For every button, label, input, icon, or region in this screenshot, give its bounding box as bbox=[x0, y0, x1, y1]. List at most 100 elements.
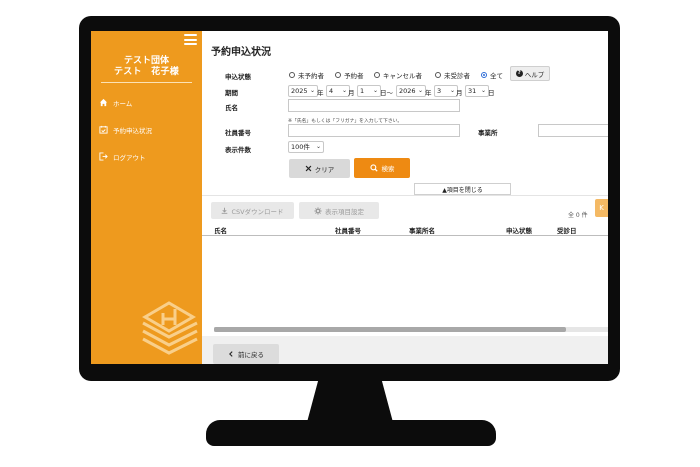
sidebar-item-logout[interactable]: ログアウト bbox=[91, 143, 202, 170]
name-label: 氏名 bbox=[225, 104, 238, 112]
unit-year: 年 bbox=[425, 89, 432, 97]
radio-label: 未受診者 bbox=[444, 72, 470, 80]
radio-indicator bbox=[335, 72, 341, 78]
status-label: 申込状態 bbox=[225, 73, 251, 81]
to-year-select[interactable]: 2026 ⌄ bbox=[396, 85, 426, 97]
account-info: テスト団体 テスト 花子様 bbox=[91, 56, 202, 78]
csv-download-button[interactable]: CSVダウンロード bbox=[211, 202, 294, 219]
office-input[interactable] bbox=[538, 124, 608, 137]
office-label: 事業所 bbox=[478, 129, 498, 137]
help-button[interactable]: ? ヘルプ bbox=[510, 66, 550, 81]
name-input-note: ※「氏名」もしくは「フリガナ」を入力して下さい。 bbox=[288, 119, 403, 124]
sidebar-item-label: ログアウト bbox=[113, 153, 146, 162]
sidebar-item-reservation-status[interactable]: 予約申込状況 bbox=[91, 116, 202, 143]
chevron-down-icon: ⌄ bbox=[449, 87, 455, 94]
radio-reserved[interactable]: 予約者 bbox=[335, 70, 364, 80]
chevron-down-icon: ⌄ bbox=[372, 87, 378, 94]
csv-download-label: CSVダウンロード bbox=[231, 207, 284, 216]
partial-orange-button[interactable]: K bbox=[595, 199, 608, 217]
chevron-down-icon: ⌄ bbox=[315, 143, 321, 150]
column-header-employee-number[interactable]: 社員番号 bbox=[335, 225, 361, 235]
horizontal-scrollbar[interactable] bbox=[214, 327, 608, 332]
monitor-screen: テスト団体 テスト 花子様 ホーム 予約申込状況 ログアウト 予約申込状況 申込… bbox=[91, 31, 608, 364]
radio-label: 全て bbox=[490, 72, 503, 80]
display-columns-label: 表示項目設定 bbox=[325, 207, 364, 216]
select-value: 2025 bbox=[291, 87, 308, 95]
radio-cancelled[interactable]: キャンセル者 bbox=[374, 70, 422, 80]
radio-label: キャンセル者 bbox=[383, 72, 422, 80]
unit-month: 月 bbox=[456, 89, 463, 97]
select-value: 2026 bbox=[399, 87, 416, 95]
chevron-left-icon bbox=[229, 351, 233, 357]
display-columns-settings-button[interactable]: 表示項目設定 bbox=[299, 202, 379, 219]
search-button[interactable]: 検索 bbox=[354, 158, 410, 178]
display-count-label: 表示件数 bbox=[225, 146, 251, 154]
radio-indicator bbox=[435, 72, 441, 78]
hamburger-menu-icon[interactable] bbox=[184, 34, 197, 45]
select-value: 31 bbox=[468, 87, 477, 95]
result-count: 全 0 件 bbox=[568, 212, 588, 219]
sidebar-nav: ホーム 予約申込状況 ログアウト bbox=[91, 89, 202, 170]
chevron-down-icon: ⌄ bbox=[417, 87, 423, 94]
calendar-check-icon bbox=[98, 125, 108, 135]
from-day-select[interactable]: 1 ⌄ bbox=[357, 85, 381, 97]
sidebar-item-home[interactable]: ホーム bbox=[91, 89, 202, 116]
name-input[interactable] bbox=[288, 99, 460, 112]
brand-logo-icon bbox=[142, 301, 198, 355]
search-icon bbox=[369, 164, 378, 172]
clear-button[interactable]: クリア bbox=[289, 159, 350, 178]
logout-icon bbox=[98, 152, 108, 162]
select-value: 100件 bbox=[291, 143, 310, 151]
radio-indicator-selected bbox=[481, 72, 487, 78]
radio-not-examined[interactable]: 未受診者 bbox=[435, 70, 470, 80]
sidebar-divider bbox=[101, 82, 192, 83]
employee-number-label: 社員番号 bbox=[225, 129, 251, 137]
divider bbox=[202, 195, 608, 196]
question-icon: ? bbox=[515, 70, 523, 77]
monitor-stand-base bbox=[206, 420, 496, 446]
close-icon bbox=[305, 165, 312, 172]
radio-unreserved[interactable]: 未予約者 bbox=[289, 70, 324, 80]
home-icon bbox=[98, 98, 108, 108]
to-day-select[interactable]: 31 ⌄ bbox=[465, 85, 489, 97]
sidebar: テスト団体 テスト 花子様 ホーム 予約申込状況 ログアウト bbox=[91, 31, 202, 364]
organization-name: テスト団体 bbox=[123, 56, 169, 66]
unit-month: 月 bbox=[348, 89, 355, 97]
sidebar-item-label: ホーム bbox=[113, 99, 133, 108]
radio-indicator bbox=[374, 72, 380, 78]
back-button[interactable]: 前に戻る bbox=[213, 344, 279, 364]
sidebar-item-label: 予約申込状況 bbox=[113, 126, 152, 135]
download-icon bbox=[222, 207, 228, 214]
from-month-select[interactable]: 4 ⌄ bbox=[326, 85, 350, 97]
unit-day: 日 bbox=[488, 89, 495, 97]
select-value: 1 bbox=[360, 87, 365, 95]
back-button-label: 前に戻る bbox=[238, 351, 264, 359]
main-content: 予約申込状況 申込状態 未予約者 予約者 キャンセル者 未受診者 全て ? ヘル… bbox=[202, 31, 608, 364]
help-button-label: ヘルプ bbox=[524, 70, 545, 79]
search-button-label: 検索 bbox=[381, 165, 395, 173]
column-header-name[interactable]: 氏名 bbox=[214, 225, 227, 235]
radio-label: 予約者 bbox=[344, 72, 364, 80]
display-count-select[interactable]: 100件 ⌄ bbox=[288, 141, 324, 153]
radio-indicator bbox=[289, 72, 295, 78]
chevron-down-icon: ⌄ bbox=[480, 87, 486, 94]
to-month-select[interactable]: 3 ⌄ bbox=[434, 85, 458, 97]
chevron-down-icon: ⌄ bbox=[341, 87, 347, 94]
page-title: 予約申込状況 bbox=[211, 47, 271, 58]
from-year-select[interactable]: 2025 ⌄ bbox=[288, 85, 318, 97]
radio-all[interactable]: 全て bbox=[481, 70, 503, 80]
column-header-office-name[interactable]: 事業所名 bbox=[409, 225, 435, 235]
chevron-down-icon: ⌄ bbox=[309, 87, 315, 94]
unit-year: 年 bbox=[317, 89, 324, 97]
user-name: テスト 花子様 bbox=[113, 67, 180, 77]
scrollbar-thumb[interactable] bbox=[214, 327, 566, 332]
radio-label: 未予約者 bbox=[298, 72, 324, 80]
collapse-filters-button[interactable]: ▲項目を閉じる bbox=[414, 183, 511, 195]
column-header-exam-date[interactable]: 受診日 bbox=[557, 225, 577, 235]
employee-number-input[interactable] bbox=[288, 124, 460, 137]
range-separator: 日〜 bbox=[380, 89, 393, 97]
select-value: 3 bbox=[437, 87, 442, 95]
clear-button-label: クリア bbox=[314, 165, 335, 174]
period-label: 期間 bbox=[225, 89, 238, 97]
column-header-status[interactable]: 申込状態 bbox=[506, 225, 532, 235]
